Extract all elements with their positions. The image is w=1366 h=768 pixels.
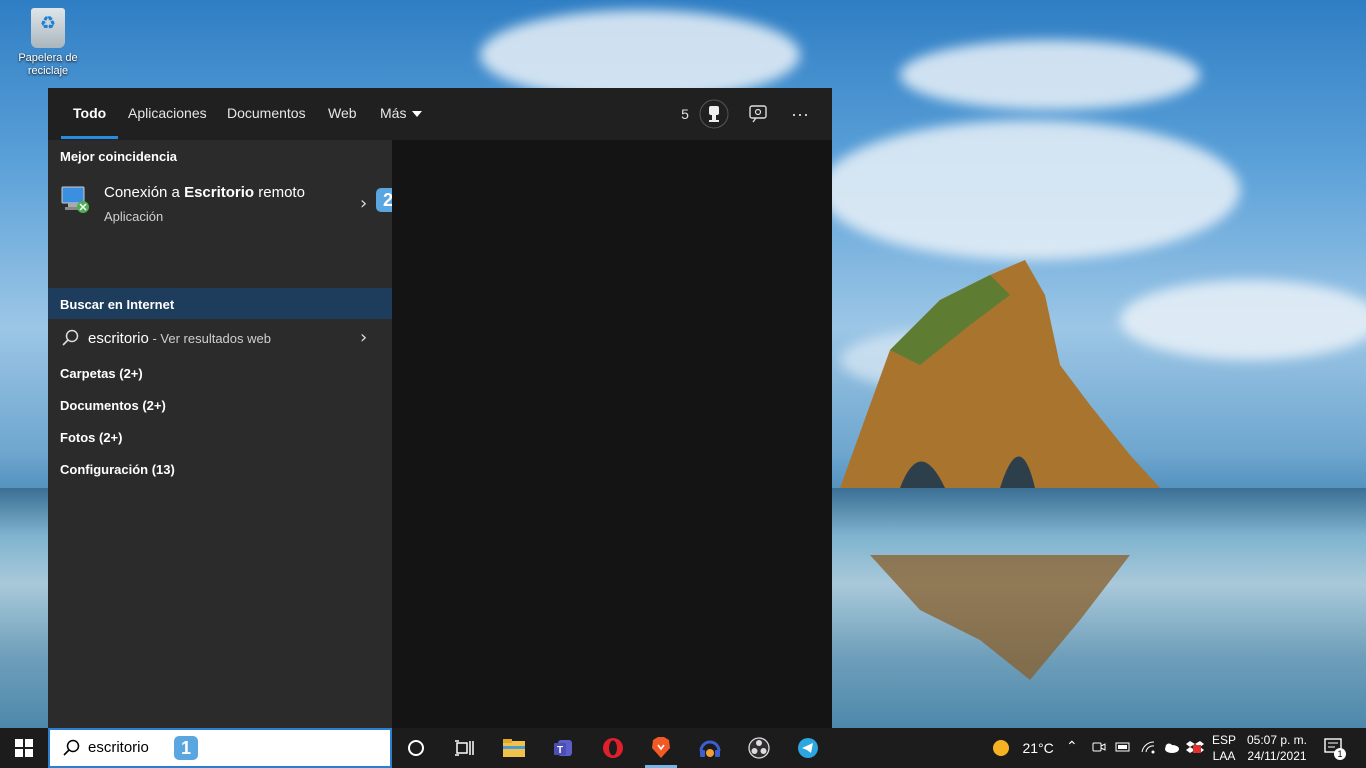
best-match-name: Conexión a Escritorio remoto [104, 184, 305, 201]
file-explorer-icon [503, 739, 525, 757]
category-documentos[interactable]: Documentos (2+) [60, 398, 166, 413]
teams-icon: T [554, 740, 572, 756]
tab-aplicaciones[interactable]: Aplicaciones [128, 88, 207, 140]
best-match-type: Aplicación [104, 209, 164, 224]
rewards-button[interactable]: 5 [674, 97, 736, 131]
action-center-button[interactable]: 1 [1324, 738, 1348, 760]
results-list: Mejor coincidencia Conexión a Escritorio… [48, 140, 400, 728]
rock-reflection [870, 555, 1130, 680]
name-prefix: Conexión a [104, 184, 185, 201]
chevron-up-icon: ⌃ [1066, 738, 1078, 754]
feedback-button[interactable] [744, 97, 772, 131]
chevron-right-icon[interactable]: › [360, 327, 367, 348]
recycle-bin[interactable]: Papelera de reciclaje [14, 6, 82, 78]
tab-mas-label: Más [380, 105, 407, 121]
telegram-icon [798, 738, 818, 758]
chevron-right-icon[interactable]: › [360, 193, 367, 214]
step-badge-1: 1 [174, 736, 198, 760]
category-fotos[interactable]: Fotos (2+) [60, 430, 122, 445]
audio-app-icon [699, 740, 721, 757]
web-query-text: escritorio [88, 330, 149, 347]
internet-section: Buscar en Internet [48, 288, 392, 319]
tab-todo[interactable]: Todo [60, 88, 119, 140]
clock-time: 05:07 p. m. [1246, 733, 1308, 747]
taskbar: 1 T 21°C ⌃ ESP [0, 728, 1366, 768]
onedrive-icon[interactable] [1162, 740, 1180, 759]
internet-heading: Buscar en Internet [60, 297, 175, 312]
teams-button[interactable]: T [540, 728, 588, 768]
obs-icon [748, 737, 770, 759]
category-carpetas[interactable]: Carpetas (2+) [60, 366, 143, 381]
category-configuracion[interactable]: Configuración (13) [60, 462, 175, 477]
language-code: ESP [1211, 733, 1236, 747]
rock-arch-image [840, 260, 1160, 488]
best-match-heading: Mejor coincidencia [60, 149, 178, 164]
trophy-icon [699, 99, 729, 129]
weather-widget[interactable]: 21°C [992, 739, 1054, 757]
brave-button[interactable] [637, 728, 685, 768]
show-hidden-icons-button[interactable]: ⌃ [1066, 738, 1078, 755]
sun-icon [993, 740, 1009, 756]
tab-mas[interactable]: Más [380, 88, 423, 140]
recycle-bin-icon [31, 8, 65, 48]
brave-icon [652, 737, 670, 758]
obs-button[interactable] [735, 728, 783, 768]
taskbar-search[interactable]: 1 [48, 728, 392, 768]
file-explorer-button[interactable] [490, 728, 538, 768]
name-bold: Escritorio [184, 184, 255, 201]
feedback-icon [749, 105, 767, 123]
keyboard-layout: LAA [1212, 749, 1236, 763]
preview-pane [392, 140, 832, 728]
more-options-button[interactable]: ··· [786, 97, 814, 131]
weather-temp: 21°C [1022, 740, 1054, 756]
cortana-icon [408, 740, 424, 756]
rewards-points: 5 [681, 106, 689, 122]
name-suffix: remoto [254, 184, 305, 201]
wifi-icon[interactable] [1140, 740, 1156, 759]
search-panel: Todo Aplicaciones Documentos Web Más 5 ·… [48, 88, 832, 728]
audio-app-button[interactable] [686, 728, 734, 768]
opera-button[interactable] [589, 728, 637, 768]
notification-count: 1 [1334, 748, 1346, 760]
task-view-icon [455, 740, 474, 756]
dropbox-icon[interactable] [1186, 738, 1204, 761]
telegram-button[interactable] [784, 728, 832, 768]
tab-web[interactable]: Web [328, 88, 357, 140]
input-language[interactable]: ESP LAA [1210, 732, 1238, 764]
svg-text:T: T [557, 745, 563, 756]
opera-icon [603, 738, 623, 758]
remote-desktop-icon [61, 186, 89, 213]
task-view-button[interactable] [440, 728, 488, 768]
web-query: escritorio - Ver resultados web [88, 330, 271, 347]
start-button[interactable] [0, 728, 48, 768]
clock-date: 24/11/2021 [1247, 749, 1307, 763]
windows-logo-icon [15, 739, 33, 757]
dropdown-caret-icon [412, 111, 423, 118]
search-icon [62, 329, 79, 346]
tab-documentos[interactable]: Documentos [227, 88, 306, 140]
recycle-bin-label: Papelera de reciclaje [18, 52, 78, 77]
search-icon [63, 739, 80, 756]
web-query-suffix: - Ver resultados web [148, 331, 271, 346]
battery-icon[interactable] [1115, 740, 1131, 759]
meet-now-icon[interactable] [1092, 740, 1106, 759]
clock[interactable]: 05:07 p. m. 24/11/2021 [1244, 732, 1310, 764]
web-search-result[interactable]: escritorio - Ver resultados web › [48, 322, 392, 356]
search-tabs: Todo Aplicaciones Documentos Web Más 5 ·… [48, 88, 832, 140]
best-match-result[interactable]: Conexión a Escritorio remoto Aplicación … [48, 176, 392, 232]
cortana-button[interactable] [392, 728, 440, 768]
ellipsis-icon: ··· [791, 103, 809, 124]
